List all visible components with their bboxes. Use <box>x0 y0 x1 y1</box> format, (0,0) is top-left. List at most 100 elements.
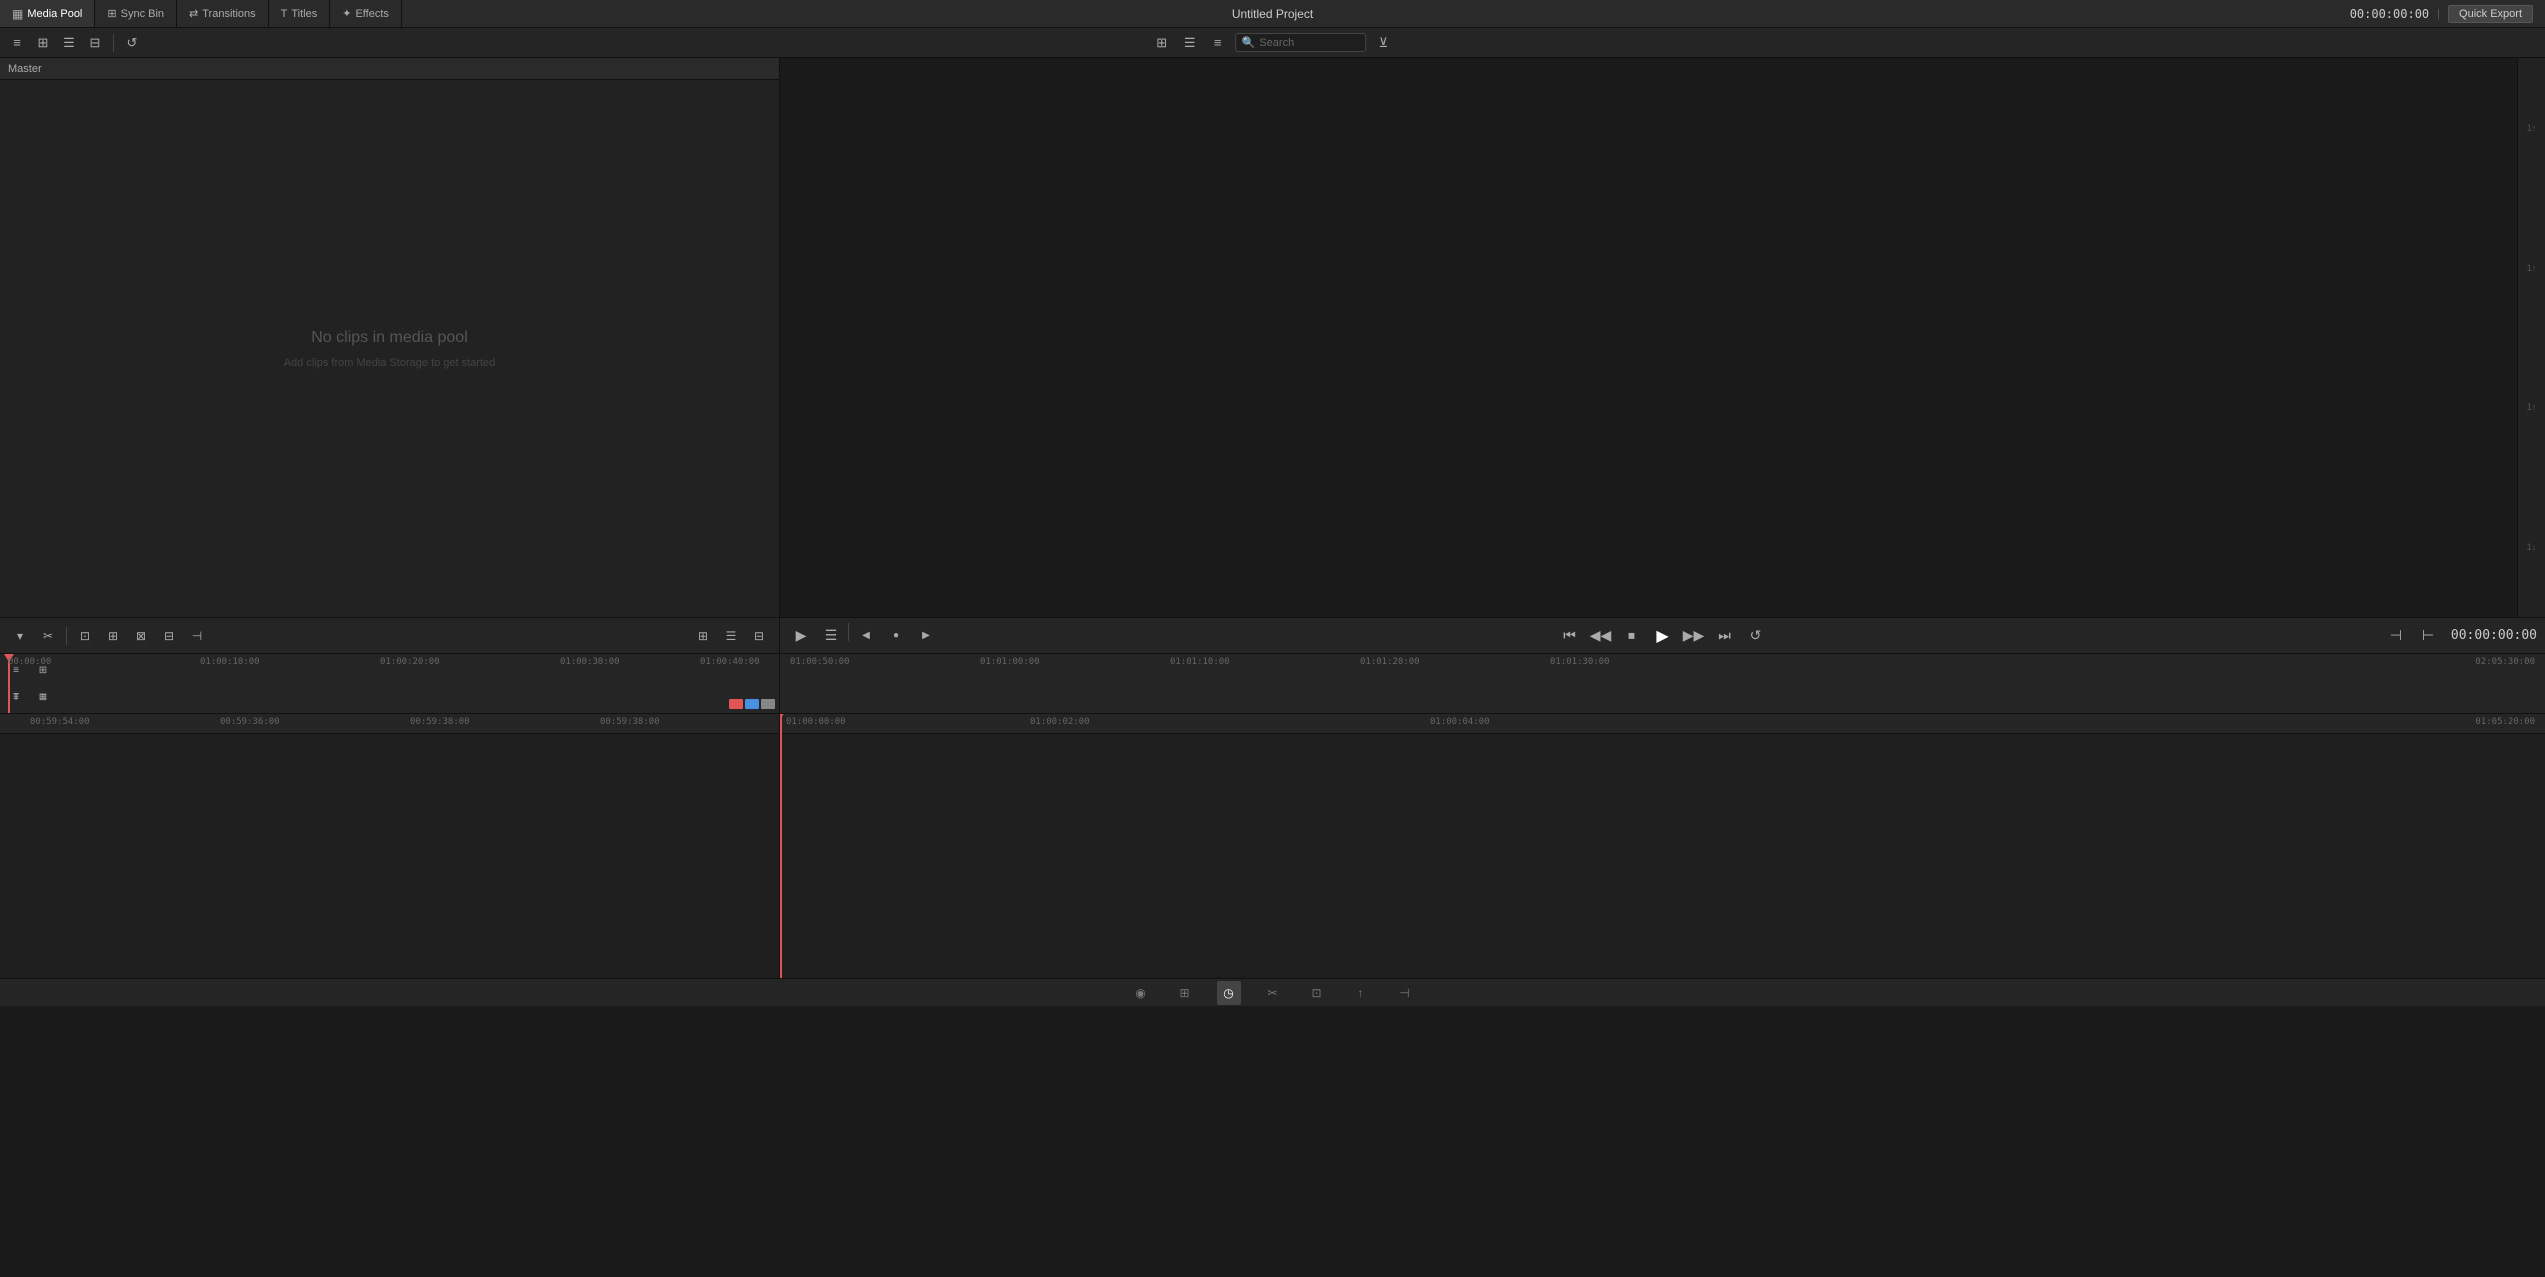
tl-tool-4[interactable]: ⊞ <box>101 624 125 648</box>
tl-view-2[interactable]: ☰ <box>719 624 743 648</box>
track-tool-c2[interactable]: ⊞ <box>31 685 55 709</box>
transport-mode-btn[interactable]: ▶ <box>788 623 814 649</box>
lower-right-ruler-bar: 01:00:00:00 01:00:02:00 01:00:04:00 01:0… <box>780 714 2545 734</box>
transport-dot-btn[interactable]: ● <box>883 623 909 649</box>
lower-r-ts-4: 01:05:20:00 <box>2475 717 2535 727</box>
titles-icon: T <box>281 8 288 20</box>
upper-r-ts-5: 01:01:30:00 <box>1550 657 1610 667</box>
tab-sync-bin[interactable]: ⊞ Sync Bin <box>95 0 177 27</box>
toolbar-icon-btn-1[interactable]: ≡ <box>6 32 28 54</box>
media-pool-empty-state: No clips in media pool Add clips from Me… <box>0 80 779 617</box>
transport-mark-in[interactable]: ⊣ <box>2383 623 2409 649</box>
preview-area <box>780 58 2545 617</box>
app-wrapper: ▦ Media Pool ⊞ Sync Bin ⇄ Transitions T … <box>0 0 2545 1277</box>
transport-mark-out[interactable]: ⊢ <box>2415 623 2441 649</box>
bottom-btn-7[interactable]: ⊣ <box>1393 981 1417 1005</box>
effects-icon: ✦ <box>342 7 351 20</box>
bottom-status-bar: ◉ ⊞ ◷ ✂ ⊡ ↑ ⊣ <box>0 978 2545 1006</box>
bottom-track-tools: ≡ ⊞ <box>4 685 55 709</box>
transport-nav-right[interactable]: ▶ <box>913 623 939 649</box>
toolbar-icon-btn-4[interactable]: ⊟ <box>84 32 106 54</box>
timeline-left-toolbar: ▾ ✂ ⊡ ⊞ ⊠ ⊟ ⊣ ⊞ ☰ ⊟ <box>0 618 780 653</box>
lower-ruler-2: 00:59:36:00 <box>220 717 280 727</box>
lower-left-tracks: 00:59:54:00 00:59:36:00 00:59:38:00 00:5… <box>0 714 779 978</box>
upper-r-ts-6: 02:05:30:00 <box>2475 657 2535 667</box>
tab-sync-bin-label: Sync Bin <box>121 8 164 20</box>
empty-main-text: No clips in media pool <box>311 329 468 347</box>
master-label: Master <box>0 58 779 80</box>
empty-sub-text: Add clips from Media Storage to get star… <box>284 357 496 369</box>
bottom-btn-5[interactable]: ⊡ <box>1305 981 1329 1005</box>
tl-tool-5[interactable]: ⊠ <box>129 624 153 648</box>
timeline-tracks-wrapper: ≡ ⊞ T ≡ ≡ ⊞ <box>0 654 2545 978</box>
tl-tool-2[interactable]: ✂ <box>36 624 60 648</box>
filter-btn[interactable]: ⊻ <box>1372 32 1394 54</box>
transport-loop[interactable]: ↺ <box>1743 623 1769 649</box>
tl-separator-1 <box>66 627 67 645</box>
tl-tool-1[interactable]: ▾ <box>8 624 32 648</box>
transport-left-controls: ▶ ☰ ◀ ● ▶ <box>788 623 939 649</box>
timeline-area: ▾ ✂ ⊡ ⊞ ⊠ ⊟ ⊣ ⊞ ☰ ⊟ ▶ ☰ ◀ <box>0 618 2545 978</box>
transport-prev-frame[interactable]: ◀◀ <box>1588 623 1614 649</box>
bottom-btn-3[interactable]: ◷ <box>1217 981 1241 1005</box>
center-toolbar: ⊞ ☰ ≡ 🔍 ⊻ <box>1151 32 1395 54</box>
tick-1: 1↑ <box>2527 123 2537 133</box>
transport-play[interactable]: ▶ <box>1650 623 1676 649</box>
nav-tabs: ▦ Media Pool ⊞ Sync Bin ⇄ Transitions T … <box>0 0 402 27</box>
lower-ruler-3: 00:59:38:00 <box>410 717 470 727</box>
transport-stop[interactable]: ⏹ <box>1619 623 1645 649</box>
toolbar-icon-btn-3[interactable]: ☰ <box>58 32 80 54</box>
ruler-ts-5: 01:00:40:00 <box>700 657 760 667</box>
preview-panel: 1↑ 1↑ 1↑ 1↓ <box>780 58 2545 617</box>
quick-export-button[interactable]: Quick Export <box>2448 5 2533 23</box>
upper-r-ts-4: 01:01:20:00 <box>1360 657 1420 667</box>
tl-view-3[interactable]: ⊟ <box>747 624 771 648</box>
tab-transitions[interactable]: ⇄ Transitions <box>177 0 269 27</box>
main-toolbar: ≡ ⊞ ☰ ⊟ ↺ ⊞ ☰ ≡ 🔍 ⊻ <box>0 28 2545 58</box>
timeline-left-tracks: ≡ ⊞ T ≡ ≡ ⊞ <box>0 654 780 978</box>
color-swatch-blue <box>745 699 759 709</box>
timecode-separator: | <box>2437 8 2440 20</box>
ruler-ts-2: 01:00:10:00 <box>200 657 260 667</box>
ruler-ts-1: 00:00:00 <box>8 657 51 667</box>
tab-effects[interactable]: ✦ Effects <box>330 0 402 27</box>
grid-view-btn[interactable]: ⊞ <box>1151 32 1173 54</box>
content-playhead <box>780 714 782 978</box>
tick-2: 1↑ <box>2527 263 2537 273</box>
transitions-icon: ⇄ <box>189 7 198 20</box>
toolbar-icon-btn-2[interactable]: ⊞ <box>32 32 54 54</box>
tl-view-1[interactable]: ⊞ <box>691 624 715 648</box>
bottom-btn-4[interactable]: ✂ <box>1261 981 1285 1005</box>
search-input[interactable] <box>1259 37 1359 49</box>
upper-r-ts-2: 01:01:00:00 <box>980 657 1040 667</box>
transport-to-start[interactable]: ⏮ <box>1557 623 1583 649</box>
timecode-display: 00:00:00:00 <box>2350 7 2429 21</box>
transport-to-end[interactable]: ⏭ <box>1712 623 1738 649</box>
bottom-btn-2[interactable]: ⊞ <box>1173 981 1197 1005</box>
transport-timecode: 00:00:00:00 <box>2447 628 2537 643</box>
list-view-btn[interactable]: ☰ <box>1179 32 1201 54</box>
tl-tool-3[interactable]: ⊡ <box>73 624 97 648</box>
upper-r-ts-1: 01:00:50:00 <box>790 657 850 667</box>
transport-list-btn[interactable]: ☰ <box>818 623 844 649</box>
transport-next-frame[interactable]: ▶▶ <box>1681 623 1707 649</box>
detail-view-btn[interactable]: ≡ <box>1207 32 1229 54</box>
toolbar-refresh-btn[interactable]: ↺ <box>121 32 143 54</box>
transport-nav-left[interactable]: ◀ <box>853 623 879 649</box>
top-right-controls: 00:00:00:00 | Quick Export <box>2350 5 2545 23</box>
tl-tool-6[interactable]: ⊟ <box>157 624 181 648</box>
media-pool-icon: ▦ <box>12 7 23 21</box>
lower-r-ts-1: 01:00:00:00 <box>786 717 846 727</box>
lower-ruler-1: 00:59:54:00 <box>30 717 90 727</box>
tab-titles[interactable]: T Titles <box>269 0 331 27</box>
bottom-btn-6[interactable]: ↑ <box>1349 981 1373 1005</box>
timeline-right-tracks: 01:00:50:00 01:01:00:00 01:01:10:00 01:0… <box>780 654 2545 978</box>
tl-tool-7[interactable]: ⊣ <box>185 624 209 648</box>
color-swatch-gray <box>761 699 775 709</box>
tab-titles-label: Titles <box>291 8 317 20</box>
bottom-btn-1[interactable]: ◉ <box>1129 981 1153 1005</box>
lower-ruler-4: 00:59:38:00 <box>600 717 660 727</box>
tab-media-pool[interactable]: ▦ Media Pool <box>0 0 95 27</box>
right-side-ticks: 1↑ 1↑ 1↑ 1↓ <box>2517 58 2545 617</box>
tab-effects-label: Effects <box>355 8 388 20</box>
